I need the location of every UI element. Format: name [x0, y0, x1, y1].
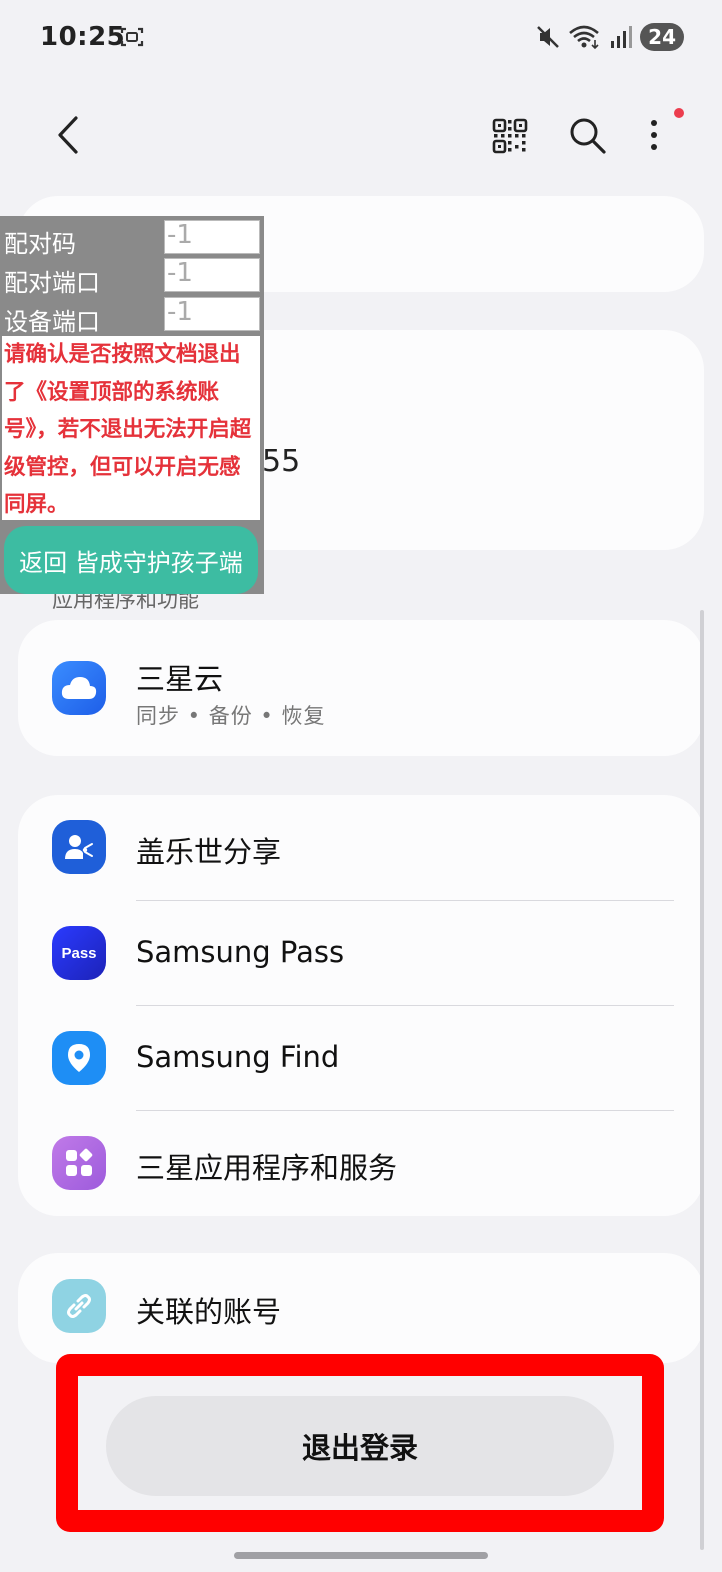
pairing-overlay: 配对码 -1 配对端口 -1 设备端口 -1 请确认是否按照文档退出了《设置顶部… [0, 216, 264, 594]
back-icon[interactable] [48, 110, 88, 160]
linked-accounts-card[interactable]: 关联的账号 [18, 1253, 704, 1363]
device-port-label: 设备端口 [4, 308, 100, 336]
list-item-samsung-pass[interactable]: Pass Samsung Pass [18, 901, 704, 1006]
cloud-icon [52, 661, 106, 715]
list-item-label: 盖乐世分享 [136, 835, 282, 869]
link-icon [52, 1279, 106, 1333]
list-item-label: 三星应用程序和服务 [136, 1151, 398, 1185]
status-time: 10:25 [40, 22, 126, 52]
notification-badge [674, 108, 684, 118]
status-icons: 24 [536, 22, 684, 52]
wifi-icon [569, 25, 600, 50]
home-indicator[interactable] [234, 1552, 488, 1559]
apps-grid-icon [52, 1136, 106, 1190]
samsung-cloud-subtitle: 同步 • 备份 • 恢复 [136, 704, 326, 728]
account-partial-text: 55 [262, 444, 301, 479]
pairing-port-input[interactable]: -1 [164, 258, 260, 292]
samsung-cloud-card[interactable]: 三星云 同步 • 备份 • 恢复 [18, 620, 704, 756]
qr-code-icon[interactable] [492, 118, 528, 154]
pass-icon-text: Pass [61, 944, 97, 962]
warning-text: 请确认是否按照文档退出了《设置顶部的系统账号》，若不退出无法开启超级管控，但可以… [2, 336, 260, 520]
list-item-label: Samsung Find [136, 1040, 340, 1074]
pass-icon: Pass [52, 926, 106, 980]
pairing-port-label: 配对端口 [4, 269, 100, 297]
mute-icon [537, 26, 560, 48]
location-pin-icon [52, 1031, 106, 1085]
list-item-quick-share[interactable]: 盖乐世分享 [18, 795, 704, 900]
battery-indicator: 24 [640, 23, 684, 51]
more-options-icon[interactable] [638, 114, 670, 156]
linked-accounts-title: 关联的账号 [136, 1295, 282, 1329]
list-item-samsung-apps-services[interactable]: 三星应用程序和服务 [18, 1111, 704, 1216]
search-icon[interactable] [566, 114, 608, 156]
list-item-samsung-find[interactable]: Samsung Find [18, 1006, 704, 1111]
signal-icon [611, 26, 633, 48]
samsung-cloud-title: 三星云 [136, 662, 224, 696]
logout-button[interactable]: 退出登录 [106, 1396, 614, 1496]
pairing-code-label: 配对码 [4, 230, 76, 258]
screenshot-icon [120, 27, 144, 47]
list-item-label: Samsung Pass [136, 935, 345, 969]
pairing-code-input[interactable]: -1 [164, 220, 260, 254]
return-button[interactable]: 返回 皆成守护孩子端 [4, 526, 258, 594]
scrollbar[interactable] [700, 610, 704, 1550]
apps-card: 盖乐世分享 Pass Samsung Pass Samsung Find 三星应 [18, 795, 704, 1216]
share-icon [52, 820, 106, 874]
device-port-input[interactable]: -1 [164, 297, 260, 331]
